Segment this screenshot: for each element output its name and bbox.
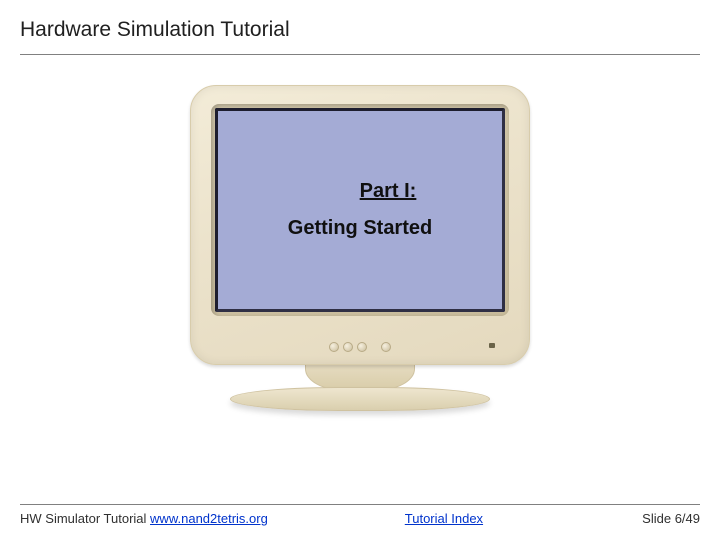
- knob-icon: [381, 342, 391, 352]
- monitor-illustration: Part I: Getting Started: [190, 85, 530, 411]
- monitor-knobs: [329, 342, 391, 352]
- knob-icon: [329, 342, 339, 352]
- header-divider: [20, 54, 700, 55]
- site-link[interactable]: www.nand2tetris.org: [150, 511, 268, 526]
- footer-left: HW Simulator Tutorial www.nand2tetris.or…: [20, 511, 268, 526]
- content-stage: Part I: Getting Started: [0, 75, 720, 480]
- footer-divider: [20, 504, 700, 505]
- slide-counter: Slide 6/49: [620, 511, 700, 526]
- power-led-icon: [489, 343, 495, 348]
- monitor-screen: Part I: Getting Started: [215, 108, 505, 312]
- monitor-stand-base: [230, 387, 490, 411]
- knob-icon: [357, 342, 367, 352]
- knob-icon: [343, 342, 353, 352]
- monitor-bezel: Part I: Getting Started: [190, 85, 530, 365]
- page-title: Hardware Simulation Tutorial: [20, 18, 700, 46]
- screen-frame: Part I: Getting Started: [211, 104, 509, 316]
- part-subtitle: Getting Started: [288, 217, 432, 240]
- part-label: Part I:: [360, 180, 417, 203]
- tutorial-index-link[interactable]: Tutorial Index: [405, 511, 483, 526]
- footer-left-text: HW Simulator Tutorial: [20, 511, 150, 526]
